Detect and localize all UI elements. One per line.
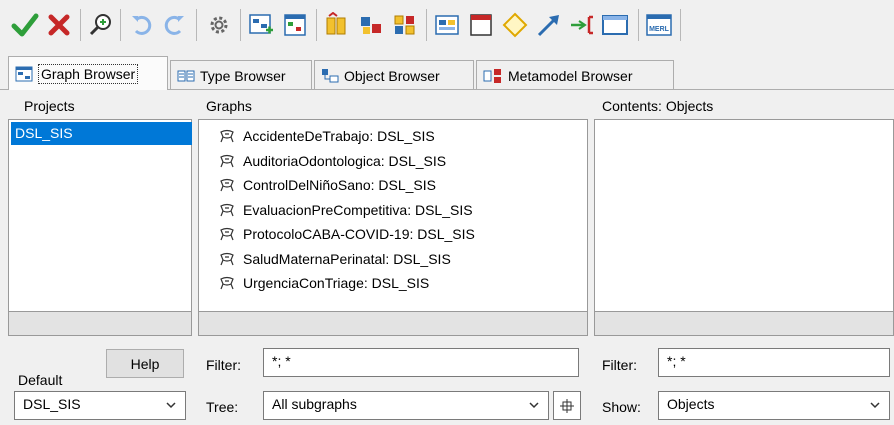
- tree-label: Tree:: [206, 399, 239, 415]
- graph-add-icon[interactable]: [246, 10, 276, 40]
- graph-item[interactable]: AuditoriaOdontologica: DSL_SIS: [219, 149, 475, 174]
- graph-item-icon: [220, 277, 234, 290]
- contents-list-footer: [594, 312, 894, 336]
- metamodel-browser-tab-icon: [483, 68, 501, 83]
- role-icon[interactable]: [568, 10, 598, 40]
- graph-item-icon: [220, 228, 234, 241]
- tab-label: Object Browser: [344, 67, 440, 84]
- graph-browser-tab-icon: [15, 66, 33, 81]
- arrow-relationship-icon[interactable]: [534, 10, 564, 40]
- graph-item-label: ControlDelNiñoSano: DSL_SIS: [243, 177, 436, 194]
- graph-item[interactable]: EvaluacionPreCompetitiva: DSL_SIS: [219, 198, 475, 223]
- default-project-value: DSL_SIS: [23, 396, 81, 412]
- help-button[interactable]: Help: [106, 349, 184, 378]
- tab-label: Metamodel Browser: [508, 67, 633, 84]
- graph-item-label: ProtocoloCABA-COVID-19: DSL_SIS: [243, 226, 475, 243]
- graph-browse-icon[interactable]: [280, 10, 310, 40]
- redo-icon[interactable]: [160, 10, 190, 40]
- contents-header: Contents: Objects: [602, 98, 714, 114]
- tab-label: Type Browser: [200, 67, 286, 84]
- ok-check-icon[interactable]: [10, 10, 40, 40]
- undo-icon[interactable]: [126, 10, 156, 40]
- graphs-header: Graphs: [206, 98, 252, 114]
- projects-list[interactable]: DSL_SIS: [8, 119, 192, 312]
- object-browser-tab-icon: [322, 68, 339, 82]
- projects-header: Projects: [24, 98, 75, 114]
- show-label: Show:: [602, 399, 641, 415]
- graph-item-label: EvaluacionPreCompetitiva: DSL_SIS: [243, 201, 473, 218]
- graph-item-label: AuditoriaOdontologica: DSL_SIS: [243, 152, 447, 169]
- browser-tabs: Graph Browser Type Browser Object Browse…: [0, 56, 894, 90]
- graph-item-icon: [220, 203, 234, 216]
- graph-item-label: UrgenciaConTriage: DSL_SIS: [243, 275, 430, 292]
- tab-label: Graph Browser: [38, 63, 139, 84]
- contents-list[interactable]: [594, 119, 894, 312]
- graph-item-icon: [220, 179, 234, 192]
- contents-filter-label: Filter:: [602, 357, 637, 373]
- svg-text:MERL: MERL: [649, 26, 670, 33]
- graphs-filter-input[interactable]: *; *: [263, 348, 579, 377]
- tab-graph-browser[interactable]: Graph Browser: [8, 56, 168, 90]
- graph-item[interactable]: AccidenteDeTrabajo: DSL_SIS: [219, 124, 475, 149]
- contents-filter-input[interactable]: *; *: [658, 348, 890, 377]
- show-select[interactable]: Objects: [658, 391, 890, 420]
- graph-item[interactable]: UrgenciaConTriage: DSL_SIS: [219, 271, 475, 296]
- zoom-icon[interactable]: [86, 10, 116, 40]
- cancel-x-icon[interactable]: [44, 10, 74, 40]
- default-project-select[interactable]: DSL_SIS: [14, 391, 186, 420]
- graphs-list-footer: [198, 312, 588, 336]
- tab-object-browser[interactable]: Object Browser: [314, 60, 474, 90]
- type-browser-tab-icon: [177, 70, 195, 81]
- graphs-items: AccidenteDeTrabajo: DSL_SIS AuditoriaOdon…: [219, 124, 475, 296]
- chevron-down-icon: [869, 398, 881, 414]
- expand-tree-icon: [560, 398, 574, 413]
- graphs-filter-label: Filter:: [206, 357, 241, 373]
- projects-list-footer: [8, 312, 192, 336]
- graph-item-icon: [220, 252, 234, 265]
- show-value: Objects: [667, 396, 715, 412]
- object-multi-icon[interactable]: [390, 10, 420, 40]
- settings-gear-icon[interactable]: [204, 10, 234, 40]
- graph-item-label: AccidenteDeTrabajo: DSL_SIS: [243, 128, 435, 145]
- graphs-list[interactable]: AccidenteDeTrabajo: DSL_SIS AuditoriaOdon…: [198, 119, 588, 312]
- tree-select[interactable]: All subgraphs: [263, 391, 549, 420]
- tab-metamodel-browser[interactable]: Metamodel Browser: [476, 60, 674, 90]
- graph-item-icon: [220, 154, 234, 167]
- toolbar: MERL: [0, 0, 894, 48]
- window-icon[interactable]: [466, 10, 496, 40]
- tree-expand-button[interactable]: [553, 391, 581, 420]
- graph-item[interactable]: SaludMaternaPerinatal: DSL_SIS: [219, 247, 475, 272]
- graph-item-icon: [220, 130, 234, 143]
- project-item[interactable]: DSL_SIS: [11, 122, 192, 145]
- window-frame-icon[interactable]: [600, 10, 630, 40]
- graph-item[interactable]: ProtocoloCABA-COVID-19: DSL_SIS: [219, 222, 475, 247]
- graph-item-label: SaludMaternaPerinatal: DSL_SIS: [243, 250, 451, 267]
- tab-type-browser[interactable]: Type Browser: [170, 60, 312, 90]
- diamond-port-icon[interactable]: [500, 10, 530, 40]
- graph-item[interactable]: ControlDelNiñoSano: DSL_SIS: [219, 173, 475, 198]
- default-label: Default: [18, 372, 63, 388]
- tree-value: All subgraphs: [272, 396, 357, 412]
- merl-icon[interactable]: MERL: [644, 10, 674, 40]
- property-icon[interactable]: [432, 10, 462, 40]
- object-tree-icon[interactable]: [356, 10, 386, 40]
- chevron-down-icon: [165, 398, 177, 414]
- object-library-icon[interactable]: [322, 10, 352, 40]
- chevron-down-icon: [528, 398, 540, 414]
